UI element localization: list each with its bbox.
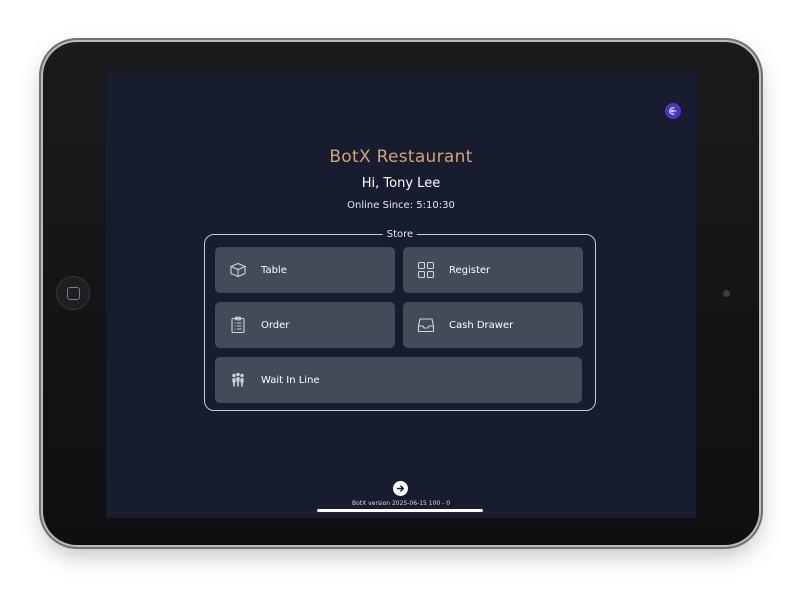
order-button[interactable]: Order <box>215 302 395 348</box>
table-button[interactable]: Table <box>215 247 395 293</box>
grid-icon <box>417 261 435 279</box>
store-panel: Store Table Register Order Cash Drawer W… <box>204 228 596 411</box>
greeting: Hi, Tony Lee <box>361 176 441 191</box>
tile-label: Table <box>261 264 287 276</box>
clipboard-icon <box>229 316 247 334</box>
box-icon <box>229 261 247 279</box>
restaurant-title: BotX Restaurant <box>329 147 473 167</box>
logout-icon <box>669 107 677 115</box>
register-button[interactable]: Register <box>403 247 583 293</box>
home-indicator[interactable] <box>317 509 483 512</box>
arrow-right-icon <box>396 485 405 492</box>
cash-drawer-button[interactable]: Cash Drawer <box>403 302 583 348</box>
tile-label: Register <box>449 264 491 276</box>
logout-button[interactable] <box>665 103 681 119</box>
people-icon <box>229 371 247 389</box>
tile-label: Cash Drawer <box>449 319 514 331</box>
online-since: Online Since: 5:10:30 <box>106 200 696 211</box>
version-text: BotX version 2025-06-15 100 - 0 <box>351 500 451 507</box>
online-time: 5:10:30 <box>416 200 455 211</box>
next-button[interactable] <box>393 481 408 496</box>
home-square-icon <box>66 286 80 300</box>
home-button[interactable] <box>56 276 90 310</box>
inbox-tray-icon <box>417 316 435 334</box>
tile-label: Wait In Line <box>261 374 320 386</box>
online-label: Online Since: <box>347 200 414 211</box>
wait-in-line-button[interactable]: Wait In Line <box>215 357 582 403</box>
app-screen: BotX Restaurant Hi, Tony Lee Online Sinc… <box>106 71 696 518</box>
camera-dot <box>723 290 730 297</box>
store-legend: Store <box>382 228 418 241</box>
tile-label: Order <box>261 319 290 331</box>
